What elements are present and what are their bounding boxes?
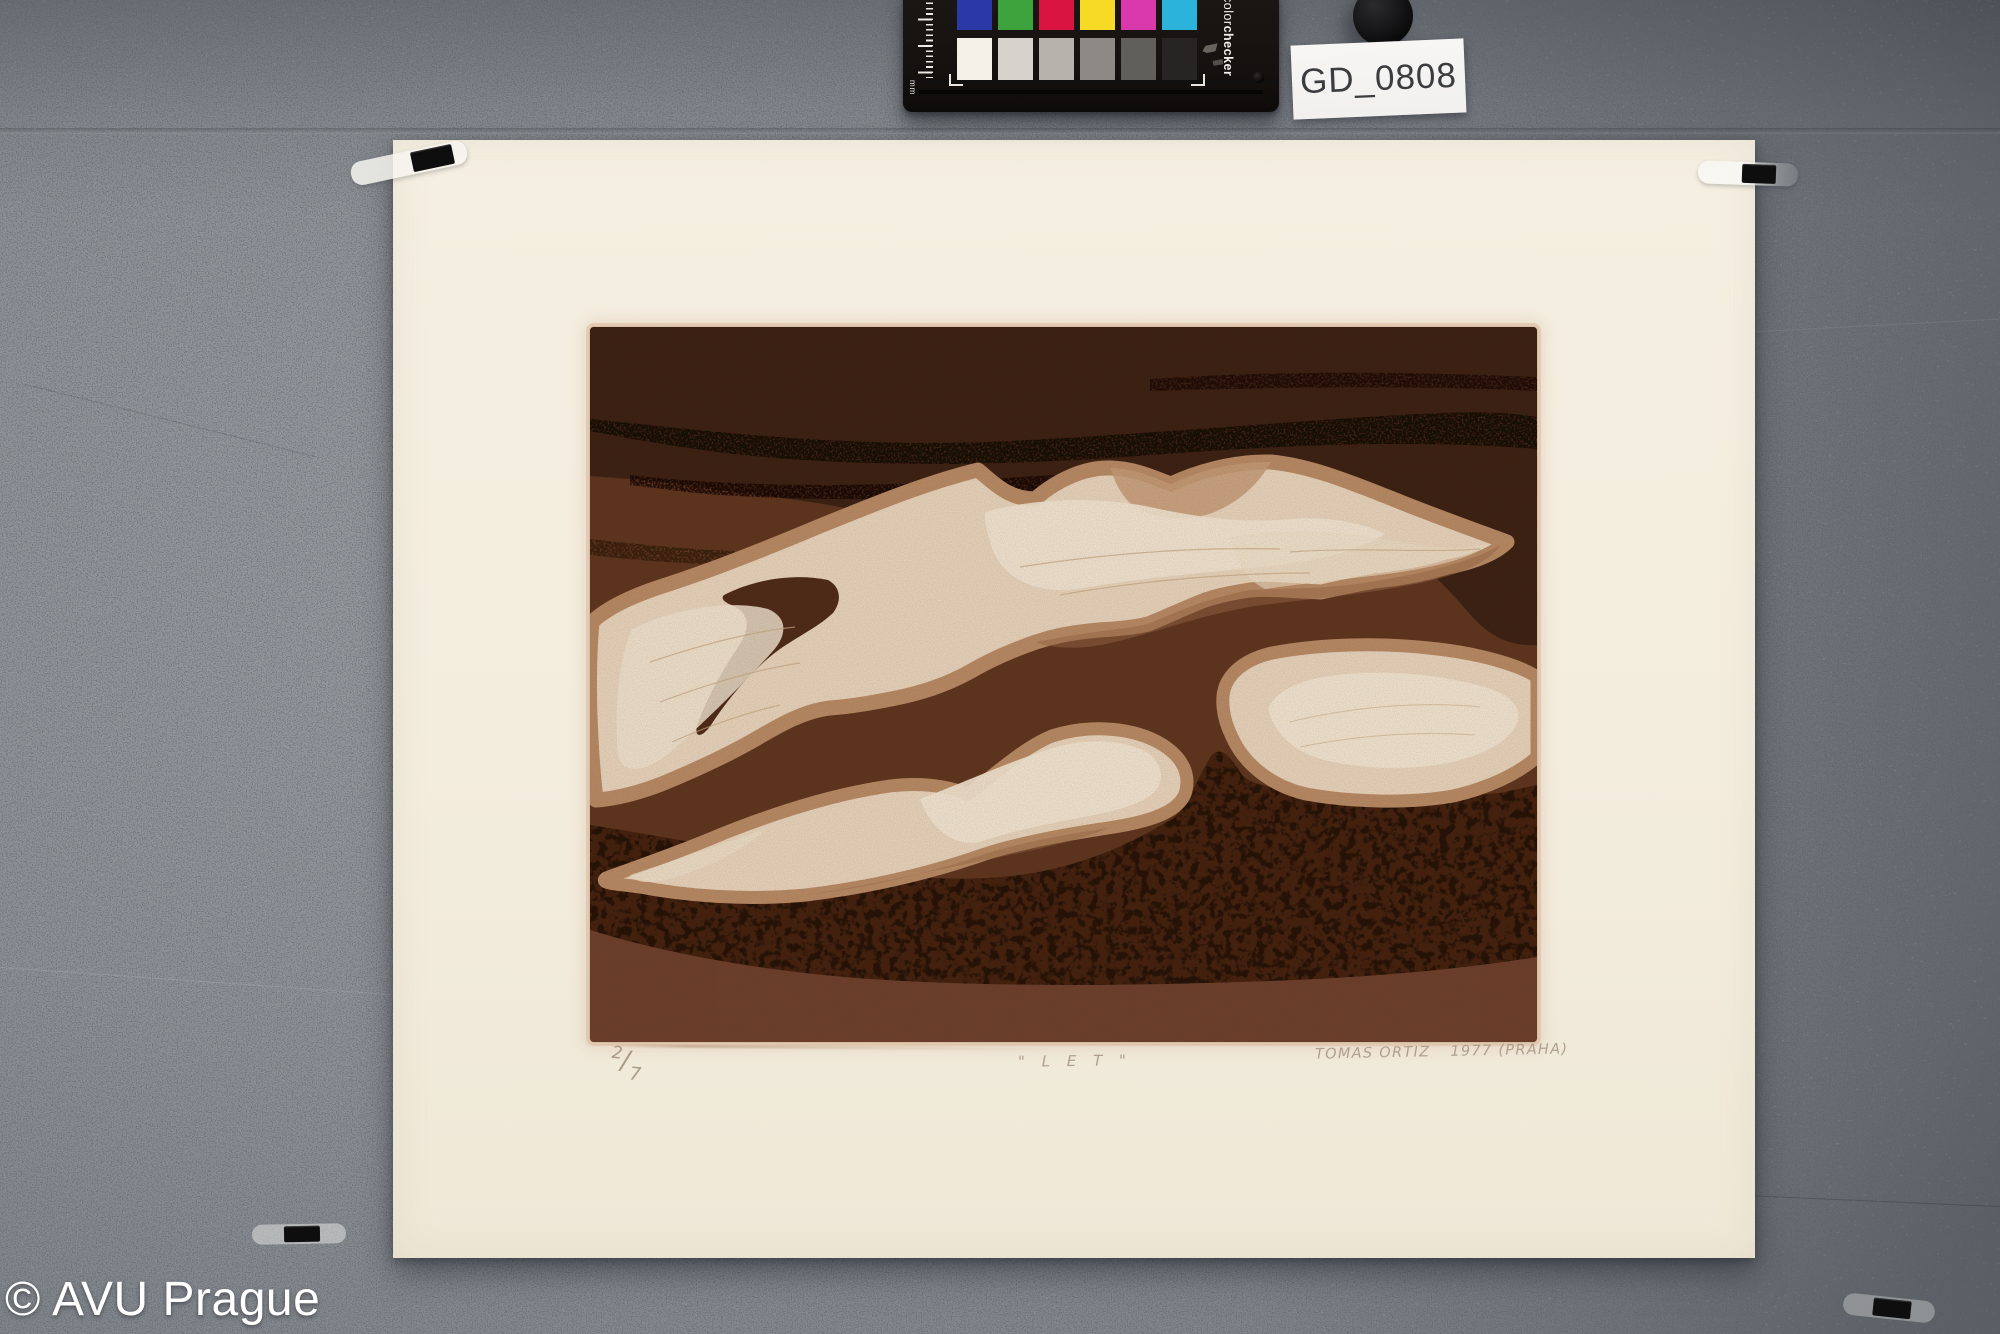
edition-denominator: 7 bbox=[629, 1063, 642, 1085]
edition-numerator: 2 bbox=[611, 1043, 624, 1064]
magnet-clip-bottom-left bbox=[252, 1223, 346, 1245]
etching-plate-impression bbox=[590, 327, 1537, 1042]
color-patch bbox=[998, 38, 1033, 80]
magnet-chip bbox=[284, 1226, 320, 1243]
floor-scratch bbox=[24, 384, 315, 458]
color-patch bbox=[1039, 0, 1074, 30]
magnet-clip-top-right bbox=[1698, 160, 1799, 186]
colorchecker-color-row bbox=[957, 0, 1197, 30]
colorchecker-card: mm colorchecker bbox=[903, 0, 1279, 112]
ruler-unit-label: mm bbox=[908, 80, 917, 95]
ruler-ticks bbox=[918, 0, 933, 78]
brand-regular: color bbox=[1221, 0, 1235, 26]
color-patch bbox=[1121, 0, 1156, 30]
inventory-label: GD_0808 bbox=[1291, 38, 1467, 119]
inventory-code: GD_0808 bbox=[1299, 56, 1457, 103]
color-patch bbox=[957, 0, 992, 30]
magnet-chip bbox=[1742, 164, 1777, 184]
color-patch bbox=[1162, 0, 1197, 30]
print-title: " L E T " bbox=[1018, 1051, 1132, 1070]
screw-hole bbox=[1253, 72, 1264, 83]
signature-name: TOMAS ORTIZ bbox=[1315, 1044, 1431, 1062]
plate-ink-smudge bbox=[611, 1044, 1051, 1050]
magnet-chip bbox=[1872, 1297, 1912, 1319]
artist-signature: TOMAS ORTIZ 1977 (PRAHA) bbox=[1315, 1041, 1569, 1062]
magnet-clip-bottom-right bbox=[1842, 1292, 1936, 1323]
copyright-watermark: © AVU Prague bbox=[5, 1272, 320, 1327]
color-patch bbox=[1039, 38, 1074, 80]
color-patch bbox=[998, 0, 1033, 30]
print-paper-sheet: 2/7 " L E T " TOMAS ORTIZ 1977 (PRAHA) bbox=[393, 140, 1755, 1258]
signature-date: 1977 (PRAHA) bbox=[1450, 1041, 1568, 1059]
case-groove bbox=[919, 90, 1263, 94]
floor-seam bbox=[0, 128, 2000, 134]
etching-artwork bbox=[590, 327, 1537, 1042]
scuff-mark bbox=[1201, 41, 1220, 56]
brand-bold: checker bbox=[1221, 26, 1235, 77]
black-round-sticker bbox=[1353, 0, 1413, 46]
registration-bracket-left bbox=[949, 74, 963, 86]
color-patch bbox=[1080, 0, 1115, 30]
photo-stage: 2/7 " L E T " TOMAS ORTIZ 1977 (PRAHA) mm… bbox=[0, 0, 2000, 1334]
colorchecker-gray-row bbox=[957, 38, 1197, 80]
color-patch bbox=[1080, 38, 1115, 80]
colorchecker-brand: colorchecker bbox=[1221, 0, 1235, 88]
registration-bracket-right bbox=[1191, 74, 1205, 86]
edition-number: 2/7 bbox=[608, 1045, 644, 1081]
color-patch bbox=[1121, 38, 1156, 80]
